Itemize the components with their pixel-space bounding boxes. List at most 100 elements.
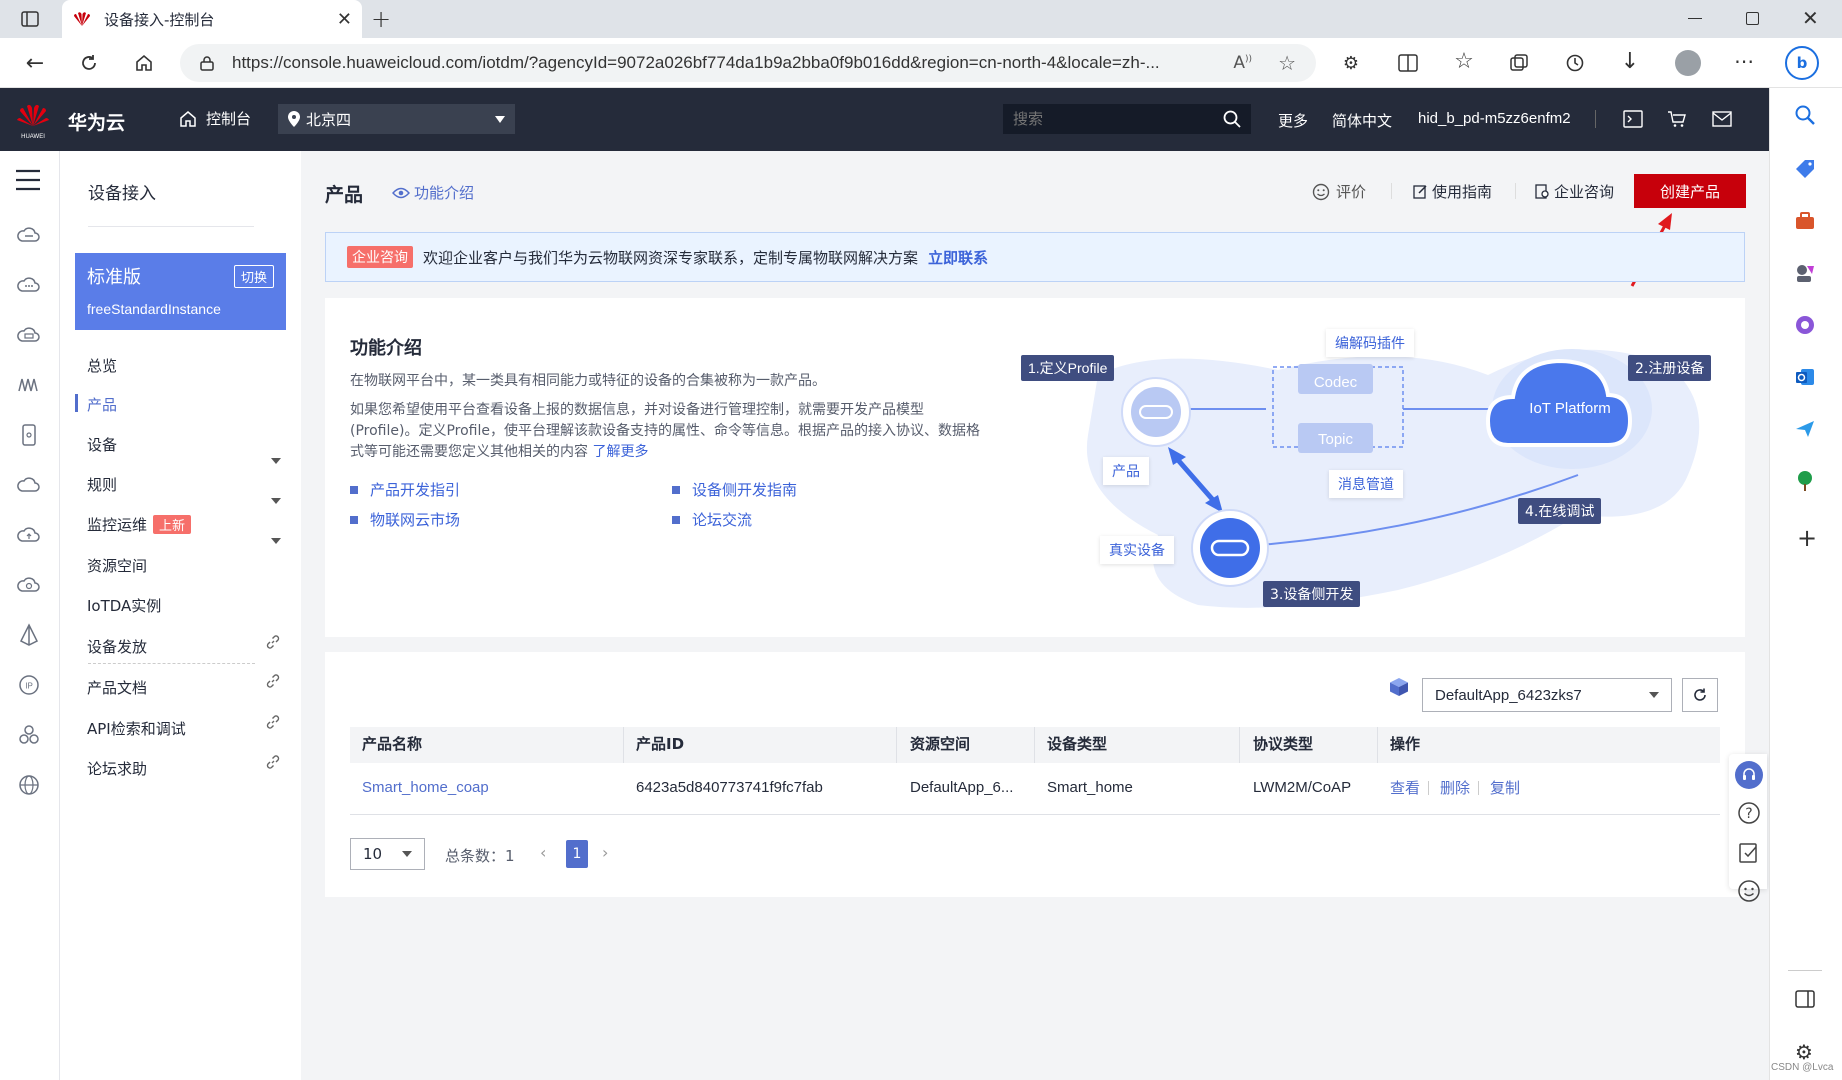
sidebar-outlook-icon[interactable] xyxy=(1794,366,1816,388)
terminal-icon[interactable] xyxy=(1623,110,1643,128)
cloud-sync-icon[interactable] xyxy=(17,573,43,599)
hamburger-menu-icon[interactable] xyxy=(16,169,42,195)
location-pin-icon xyxy=(288,111,300,127)
extensions-icon[interactable]: ⚙ xyxy=(1340,52,1362,74)
sidebar-tools-icon[interactable] xyxy=(1794,210,1816,232)
sidebar-search-icon[interactable] xyxy=(1794,104,1816,126)
edition-card[interactable]: 标准版 切换 freeStandardInstance xyxy=(75,253,286,330)
profile-avatar[interactable] xyxy=(1675,50,1701,76)
favorite-add-icon[interactable]: ☆ xyxy=(1278,51,1296,75)
ip-icon[interactable]: IP xyxy=(17,673,43,699)
cloud-upload-icon[interactable] xyxy=(17,523,43,549)
sidebar-add-icon[interactable]: + xyxy=(1797,524,1817,552)
sidebar-settings-icon[interactable]: ⚙ xyxy=(1795,1040,1813,1064)
feature-intro-link[interactable]: 功能介绍 xyxy=(392,182,474,203)
home-icon[interactable] xyxy=(133,52,155,74)
collections-icon[interactable] xyxy=(1508,52,1530,74)
view-link[interactable]: 查看 xyxy=(1390,763,1420,813)
edition-switch-button[interactable]: 切换 xyxy=(233,264,274,288)
cloud-dots-icon[interactable] xyxy=(17,273,43,299)
rate-button[interactable]: 评价 xyxy=(1312,181,1366,202)
device-icon[interactable] xyxy=(17,423,43,449)
favorites-icon[interactable]: ☆ xyxy=(1453,49,1475,74)
close-window-icon[interactable]: ✕ xyxy=(1802,6,1819,30)
menu-item-product-docs[interactable]: 产品文档 xyxy=(87,677,147,698)
menu-item-overview[interactable]: 总览 xyxy=(87,355,117,376)
user-guide-button[interactable]: 使用指南 xyxy=(1413,181,1492,202)
region-select[interactable]: 北京四 xyxy=(278,104,515,134)
address-bar[interactable]: https://console.huaweicloud.com/iotdm/?a… xyxy=(180,44,1316,82)
refresh-list-button[interactable] xyxy=(1682,678,1718,712)
learn-more-link[interactable]: 了解更多 xyxy=(592,444,648,460)
copy-link[interactable]: 复制 xyxy=(1490,763,1520,813)
tab-actions-icon[interactable] xyxy=(19,8,41,30)
resource-space-select[interactable]: DefaultApp_6423zks7 xyxy=(1422,678,1672,712)
cloud-database-icon[interactable] xyxy=(17,323,43,349)
mail-icon[interactable] xyxy=(1712,111,1732,127)
header-search[interactable] xyxy=(1003,104,1251,134)
prev-page-icon[interactable]: ‹ xyxy=(540,843,546,862)
hide-sidebar-icon[interactable] xyxy=(1795,990,1815,1008)
intro-link-product-guide[interactable]: 产品开发指引 xyxy=(350,479,460,500)
menu-item-monitoring[interactable]: 监控运维 上新 xyxy=(87,514,192,535)
minimize-icon[interactable] xyxy=(1688,18,1702,19)
intro-link-iot-market[interactable]: 物联网云市场 xyxy=(350,509,460,530)
banner-contact-link[interactable]: 立即联系 xyxy=(928,247,988,268)
downloads-icon[interactable]: ↓ xyxy=(1619,49,1641,74)
menu-item-device-provisioning[interactable]: 设备发放 xyxy=(87,636,147,657)
more-link[interactable]: 更多 xyxy=(1278,110,1308,131)
search-icon[interactable] xyxy=(1223,110,1241,128)
enterprise-consult-button[interactable]: 企业咨询 xyxy=(1535,181,1614,202)
history-icon[interactable] xyxy=(1564,52,1586,74)
help-question-icon[interactable]: ? xyxy=(1737,801,1761,825)
restore-icon[interactable] xyxy=(1746,12,1759,25)
create-product-button[interactable]: 创建产品 xyxy=(1634,174,1746,208)
delete-link[interactable]: 删除 xyxy=(1440,763,1470,813)
wave-icon[interactable] xyxy=(17,373,43,399)
console-home-link[interactable]: 控制台 xyxy=(178,108,251,129)
device-chevron-down-icon[interactable] xyxy=(271,458,281,464)
cluster-icon[interactable] xyxy=(17,723,43,749)
rules-chevron-down-icon[interactable] xyxy=(271,498,281,504)
sidebar-send-icon[interactable] xyxy=(1794,418,1816,440)
feedback-edit-icon[interactable] xyxy=(1737,841,1761,865)
user-name[interactable]: hid_b_pd-m5zz6enfm2 xyxy=(1418,110,1571,127)
menu-item-iotda-instance[interactable]: IoTDA实例 xyxy=(87,595,161,616)
cloud-icon[interactable] xyxy=(17,473,43,499)
menu-item-forum-help[interactable]: 论坛求助 xyxy=(87,758,147,779)
monitoring-chevron-down-icon[interactable] xyxy=(271,538,281,544)
sidebar-office-icon[interactable] xyxy=(1794,314,1816,336)
satisfaction-smile-icon[interactable] xyxy=(1737,879,1761,903)
pyramid-icon[interactable] xyxy=(17,623,43,649)
browser-tab-active[interactable]: 设备接入-控制台 ✕ xyxy=(62,0,362,38)
menu-item-api-explorer[interactable]: API检索和调试 xyxy=(87,718,186,739)
cart-icon[interactable] xyxy=(1667,110,1687,128)
back-icon[interactable]: ← xyxy=(24,51,46,76)
read-aloud-icon[interactable]: A)) xyxy=(1233,53,1252,73)
menu-item-rules[interactable]: 规则 xyxy=(87,474,117,495)
globe-icon[interactable] xyxy=(17,773,43,799)
menu-item-device[interactable]: 设备 xyxy=(87,434,117,455)
search-input[interactable] xyxy=(1013,110,1223,128)
menu-item-product[interactable]: 产品 xyxy=(87,394,117,415)
menu-item-resource-space[interactable]: 资源空间 xyxy=(87,555,147,576)
huawei-logo-icon[interactable]: HUAWEI xyxy=(16,100,50,140)
product-name-link[interactable]: Smart_home_coap xyxy=(362,763,489,813)
customer-service-icon[interactable] xyxy=(1735,761,1763,789)
sidebar-tree-icon[interactable] xyxy=(1794,470,1816,492)
current-page-button[interactable]: 1 xyxy=(566,840,588,868)
page-size-select[interactable]: 10 xyxy=(350,838,425,870)
next-page-icon[interactable]: › xyxy=(602,843,608,862)
bing-icon[interactable]: b xyxy=(1785,46,1819,80)
language-link[interactable]: 简体中文 xyxy=(1332,110,1392,131)
close-tab-icon[interactable]: ✕ xyxy=(337,9,352,30)
split-screen-icon[interactable] xyxy=(1397,52,1419,74)
sidebar-shopping-tag-icon[interactable] xyxy=(1794,158,1816,180)
sidebar-games-icon[interactable] xyxy=(1794,262,1816,284)
intro-link-forum[interactable]: 论坛交流 xyxy=(672,509,752,530)
intro-link-device-dev-guide[interactable]: 设备侧开发指南 xyxy=(672,479,797,500)
new-tab-icon[interactable]: + xyxy=(370,5,392,33)
cloud-server-icon[interactable] xyxy=(17,223,43,249)
refresh-icon[interactable] xyxy=(78,52,100,74)
more-icon[interactable]: ⋯ xyxy=(1733,49,1755,73)
